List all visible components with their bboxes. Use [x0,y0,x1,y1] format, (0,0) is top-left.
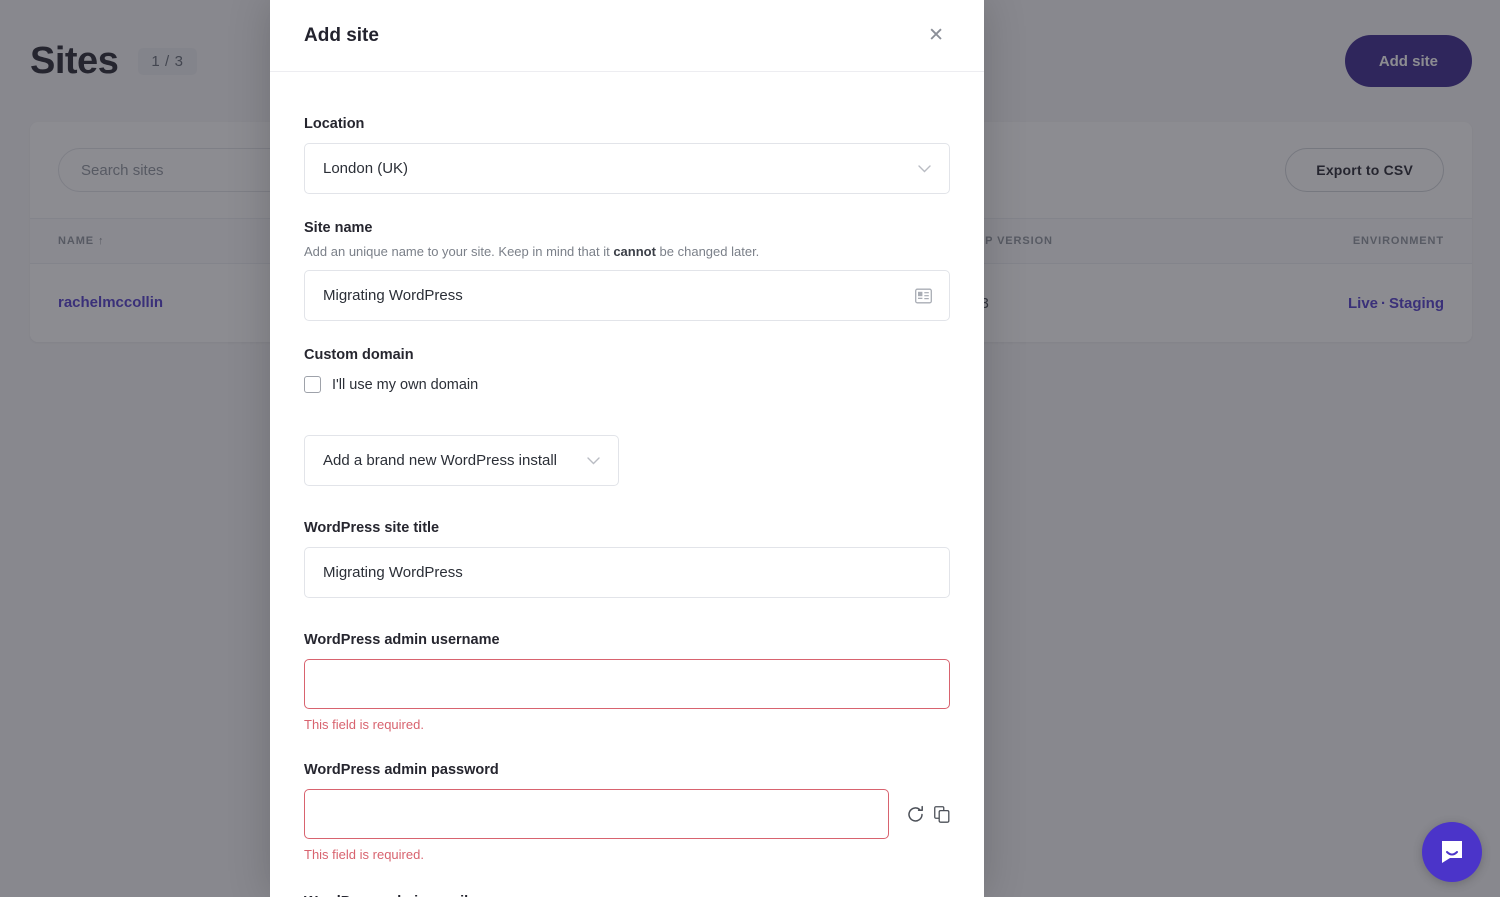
id-card-icon[interactable] [915,288,932,303]
password-actions [906,805,950,824]
close-icon[interactable]: ✕ [922,20,950,51]
site-name-value: Migrating WordPress [323,287,463,304]
wp-site-title-value: Migrating WordPress [323,564,463,581]
modal-body: Location London (UK) Site name Add an un… [270,72,984,897]
chevron-down-icon [587,453,600,468]
field-site-name: Site name Add an unique name to your sit… [304,220,950,321]
wp-admin-username-label: WordPress admin username [304,632,950,648]
wp-admin-password-row [304,789,950,839]
site-name-help-prefix: Add an unique name to your site. Keep in… [304,244,613,259]
field-location: Location London (UK) [304,116,950,194]
site-name-label: Site name [304,220,950,236]
site-name-help-suffix: be changed later. [656,244,759,259]
modal-title: Add site [304,25,379,47]
wp-site-title-label: WordPress site title [304,520,950,536]
custom-domain-checkbox-row[interactable]: I'll use my own domain [304,376,950,393]
location-label: Location [304,116,950,132]
wp-admin-password-input[interactable] [304,789,889,839]
site-name-input[interactable]: Migrating WordPress [304,270,950,321]
modal-header: Add site ✕ [270,0,984,72]
own-domain-checkbox-label[interactable]: I'll use my own domain [332,377,478,393]
wp-site-title-input[interactable]: Migrating WordPress [304,547,950,598]
custom-domain-label: Custom domain [304,347,950,363]
location-select[interactable]: London (UK) [304,143,950,194]
wp-admin-username-input[interactable] [304,659,950,709]
field-install-type: Add a brand new WordPress install [304,435,950,486]
app-root: Sites 1 / 3 Add site Search sites Export… [0,0,1500,897]
intercom-chat-icon [1438,838,1466,866]
field-wp-admin-password: WordPress admin password [304,762,950,862]
wp-admin-password-label: WordPress admin password [304,762,950,778]
site-name-help-bold: cannot [613,244,656,259]
field-wp-site-title: WordPress site title Migrating WordPress [304,520,950,598]
chevron-down-icon [918,161,931,176]
copy-icon[interactable] [934,806,950,823]
install-type-select[interactable]: Add a brand new WordPress install [304,435,619,486]
install-type-value: Add a brand new WordPress install [323,452,557,469]
add-site-modal: Add site ✕ Location London (UK) Site nam… [270,0,984,897]
intercom-chat-launcher-button[interactable] [1422,822,1482,882]
location-value: London (UK) [323,160,408,177]
site-name-help: Add an unique name to your site. Keep in… [304,244,950,259]
field-wp-admin-username: WordPress admin username This field is r… [304,632,950,732]
own-domain-checkbox[interactable] [304,376,321,393]
field-custom-domain: Custom domain I'll use my own domain [304,347,950,393]
refresh-icon[interactable] [906,805,925,824]
wp-admin-username-error: This field is required. [304,717,950,732]
wp-admin-password-error: This field is required. [304,847,950,862]
